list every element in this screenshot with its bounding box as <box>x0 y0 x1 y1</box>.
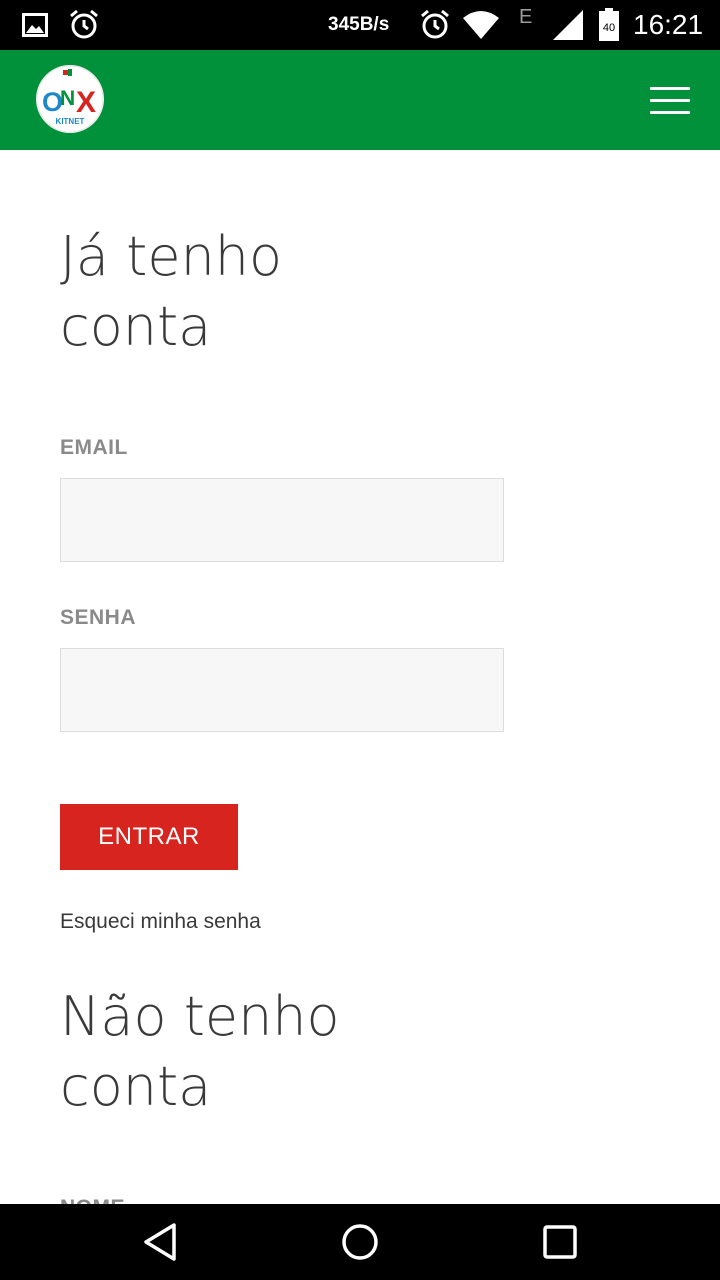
login-heading: Já tenho conta <box>60 225 283 358</box>
image-icon <box>22 0 48 50</box>
signal-icon <box>552 0 584 50</box>
wifi-icon <box>462 0 500 50</box>
recent-apps-icon[interactable] <box>510 1204 610 1280</box>
alarm-icon <box>68 0 100 50</box>
battery-level: 40 <box>603 22 615 34</box>
name-label: NOME <box>60 1196 125 1204</box>
email-field[interactable] <box>60 478 504 562</box>
password-label: SENHA <box>60 606 137 629</box>
battery-icon: 40 <box>598 0 620 50</box>
brand-logo[interactable]: O N X KITNET <box>36 65 104 133</box>
password-field[interactable] <box>60 648 504 732</box>
svg-text:N: N <box>60 87 75 110</box>
page-content: Já tenho conta EMAIL SENHA ENTRAR Esquec… <box>0 150 720 1204</box>
email-label: EMAIL <box>60 436 128 459</box>
app-header: O N X KITNET <box>0 50 720 150</box>
logo-subtext: KITNET <box>56 117 85 126</box>
clock-time: 16:21 <box>633 9 704 40</box>
login-button[interactable]: ENTRAR <box>60 804 238 870</box>
forgot-password-link[interactable]: Esqueci minha senha <box>60 910 261 934</box>
svg-text:X: X <box>76 86 96 119</box>
home-icon[interactable] <box>310 1204 410 1280</box>
status-bar: 345B/s E 40 16:21 <box>0 0 720 50</box>
hamburger-menu-icon[interactable] <box>644 82 696 118</box>
register-heading: Não tenho conta <box>60 985 340 1118</box>
back-icon[interactable] <box>110 1204 210 1280</box>
network-type: E <box>519 5 533 28</box>
network-speed: 345B/s <box>328 14 390 35</box>
navigation-bar <box>0 1204 720 1280</box>
alarm-icon <box>419 0 451 50</box>
